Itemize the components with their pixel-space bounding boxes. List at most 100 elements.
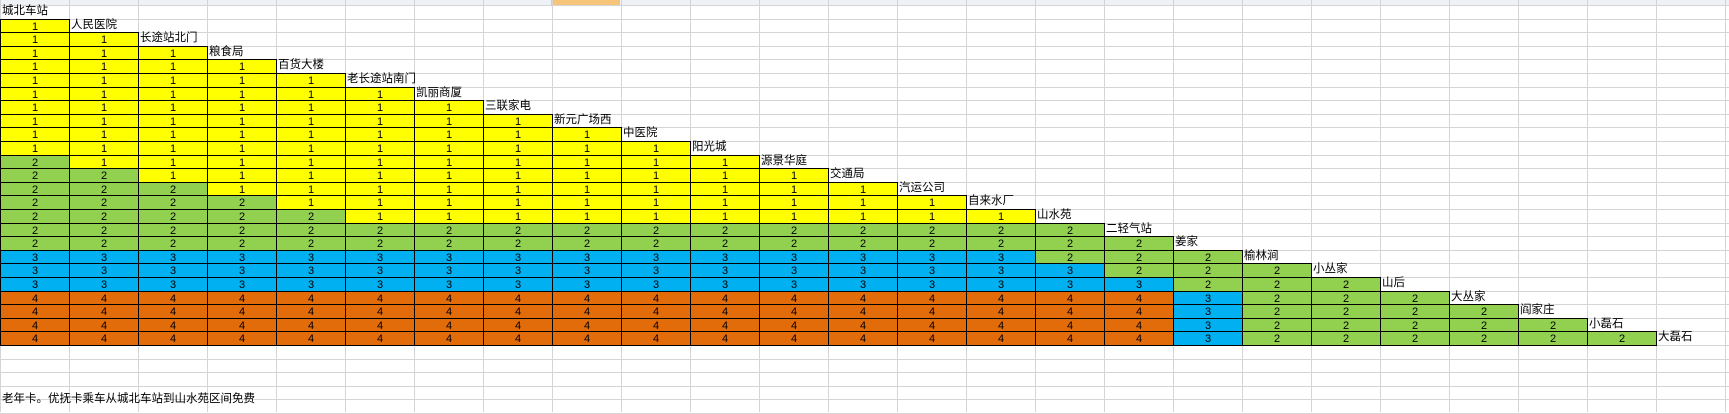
fare-cell[interactable]: 1 [69,32,139,47]
fare-cell[interactable]: 4 [207,304,277,319]
fare-cell[interactable]: 2 [69,195,139,210]
fare-cell[interactable]: 4 [1035,291,1105,305]
fare-cell[interactable]: 2 [1380,318,1450,332]
fare-cell[interactable]: 1 [276,182,346,196]
fare-cell[interactable]: 2 [1311,277,1381,292]
fare-cell[interactable]: 2 [1380,291,1450,305]
fare-cell[interactable]: 3 [483,277,553,292]
fare-cell[interactable]: 1 [138,155,208,169]
stop-label[interactable]: 人民医院 [71,18,117,33]
fare-cell[interactable]: 3 [69,277,139,292]
fare-cell[interactable]: 1 [69,155,139,169]
fare-cell[interactable]: 1 [0,87,70,101]
fare-cell[interactable]: 4 [138,291,208,305]
fare-cell[interactable]: 2 [138,223,208,237]
fare-cell[interactable]: 1 [690,155,760,169]
fare-cell[interactable]: 1 [621,209,691,224]
fare-cell[interactable]: 1 [138,114,208,128]
fare-cell[interactable]: 2 [0,155,70,169]
fare-cell[interactable]: 1 [414,155,484,169]
fare-cell[interactable]: 2 [1242,318,1312,332]
fare-cell[interactable]: 2 [1380,304,1450,319]
fare-cell[interactable]: 3 [966,277,1036,292]
fare-cell[interactable]: 4 [276,304,346,319]
fare-cell[interactable]: 4 [414,331,484,346]
fare-cell[interactable]: 1 [138,87,208,101]
fare-cell[interactable]: 3 [1035,277,1105,292]
fare-cell[interactable]: 1 [828,209,898,224]
fare-cell[interactable]: 4 [207,291,277,305]
fare-cell[interactable]: 1 [69,127,139,142]
fare-cell[interactable]: 1 [0,127,70,142]
fare-cell[interactable]: 4 [759,304,829,319]
fare-cell[interactable]: 3 [0,250,70,264]
stop-label[interactable]: 凯丽商厦 [416,86,462,101]
stop-label[interactable]: 源景华庭 [761,154,807,169]
fare-cell[interactable]: 4 [690,304,760,319]
stop-label[interactable]: 汽运公司 [899,181,945,196]
fare-cell[interactable]: 2 [414,236,484,251]
fare-cell[interactable]: 3 [1173,304,1243,319]
fare-cell[interactable]: 3 [897,277,967,292]
fare-cell[interactable]: 2 [0,182,70,196]
fare-cell[interactable]: 1 [483,141,553,156]
fare-cell[interactable]: 1 [0,46,70,60]
fare-cell[interactable]: 2 [759,236,829,251]
fare-cell[interactable]: 2 [0,223,70,237]
fare-cell[interactable]: 1 [276,155,346,169]
fare-cell[interactable]: 4 [0,304,70,319]
fare-cell[interactable]: 1 [207,87,277,101]
fare-cell[interactable]: 1 [0,114,70,128]
fare-cell[interactable]: 1 [69,141,139,156]
fare-cell[interactable]: 2 [1035,223,1105,237]
fare-cell[interactable]: 4 [414,318,484,332]
fare-cell[interactable]: 3 [552,263,622,278]
fare-cell[interactable]: 1 [414,141,484,156]
stop-label[interactable]: 山后 [1382,276,1405,291]
fare-cell[interactable]: 3 [1173,318,1243,332]
fare-cell[interactable]: 2 [966,223,1036,237]
stop-label[interactable]: 小丛家 [1313,262,1348,277]
fare-cell[interactable]: 1 [69,87,139,101]
fare-cell[interactable]: 2 [414,223,484,237]
fare-cell[interactable]: 4 [690,318,760,332]
fare-cell[interactable]: 4 [552,291,622,305]
fare-cell[interactable]: 1 [483,114,553,128]
fare-cell[interactable]: 1 [414,195,484,210]
fare-cell[interactable]: 1 [552,195,622,210]
fare-cell[interactable]: 3 [828,250,898,264]
fare-cell[interactable]: 1 [690,168,760,183]
fare-cell[interactable]: 1 [276,141,346,156]
fare-cell[interactable]: 3 [483,250,553,264]
fare-cell[interactable]: 1 [0,141,70,156]
fare-cell[interactable]: 1 [690,195,760,210]
fare-cell[interactable]: 1 [897,195,967,210]
fare-cell[interactable]: 2 [552,236,622,251]
fare-cell[interactable]: 1 [552,141,622,156]
fare-cell[interactable]: 2 [1242,263,1312,278]
fare-cell[interactable]: 2 [1104,236,1174,251]
fare-cell[interactable]: 1 [207,127,277,142]
fare-cell[interactable]: 1 [621,141,691,156]
fare-cell[interactable]: 2 [690,236,760,251]
fare-cell[interactable]: 1 [552,127,622,142]
fare-cell[interactable]: 4 [0,331,70,346]
fare-cell[interactable]: 3 [0,263,70,278]
fare-cell[interactable]: 4 [69,331,139,346]
fare-cell[interactable]: 3 [621,277,691,292]
fare-cell[interactable]: 1 [759,168,829,183]
fare-cell[interactable]: 2 [759,223,829,237]
fare-cell[interactable]: 1 [345,168,415,183]
fare-cell[interactable]: 1 [621,155,691,169]
fare-cell[interactable]: 3 [621,263,691,278]
fare-cell[interactable]: 2 [828,236,898,251]
fare-cell[interactable]: 1 [69,46,139,60]
fare-cell[interactable]: 3 [69,263,139,278]
fare-cell[interactable]: 1 [0,100,70,115]
fare-cell[interactable]: 3 [759,250,829,264]
fare-cell[interactable]: 2 [897,236,967,251]
fare-cell[interactable]: 2 [276,223,346,237]
fare-cell[interactable]: 4 [69,291,139,305]
fare-cell[interactable]: 3 [1173,331,1243,346]
fare-cell[interactable]: 4 [966,318,1036,332]
